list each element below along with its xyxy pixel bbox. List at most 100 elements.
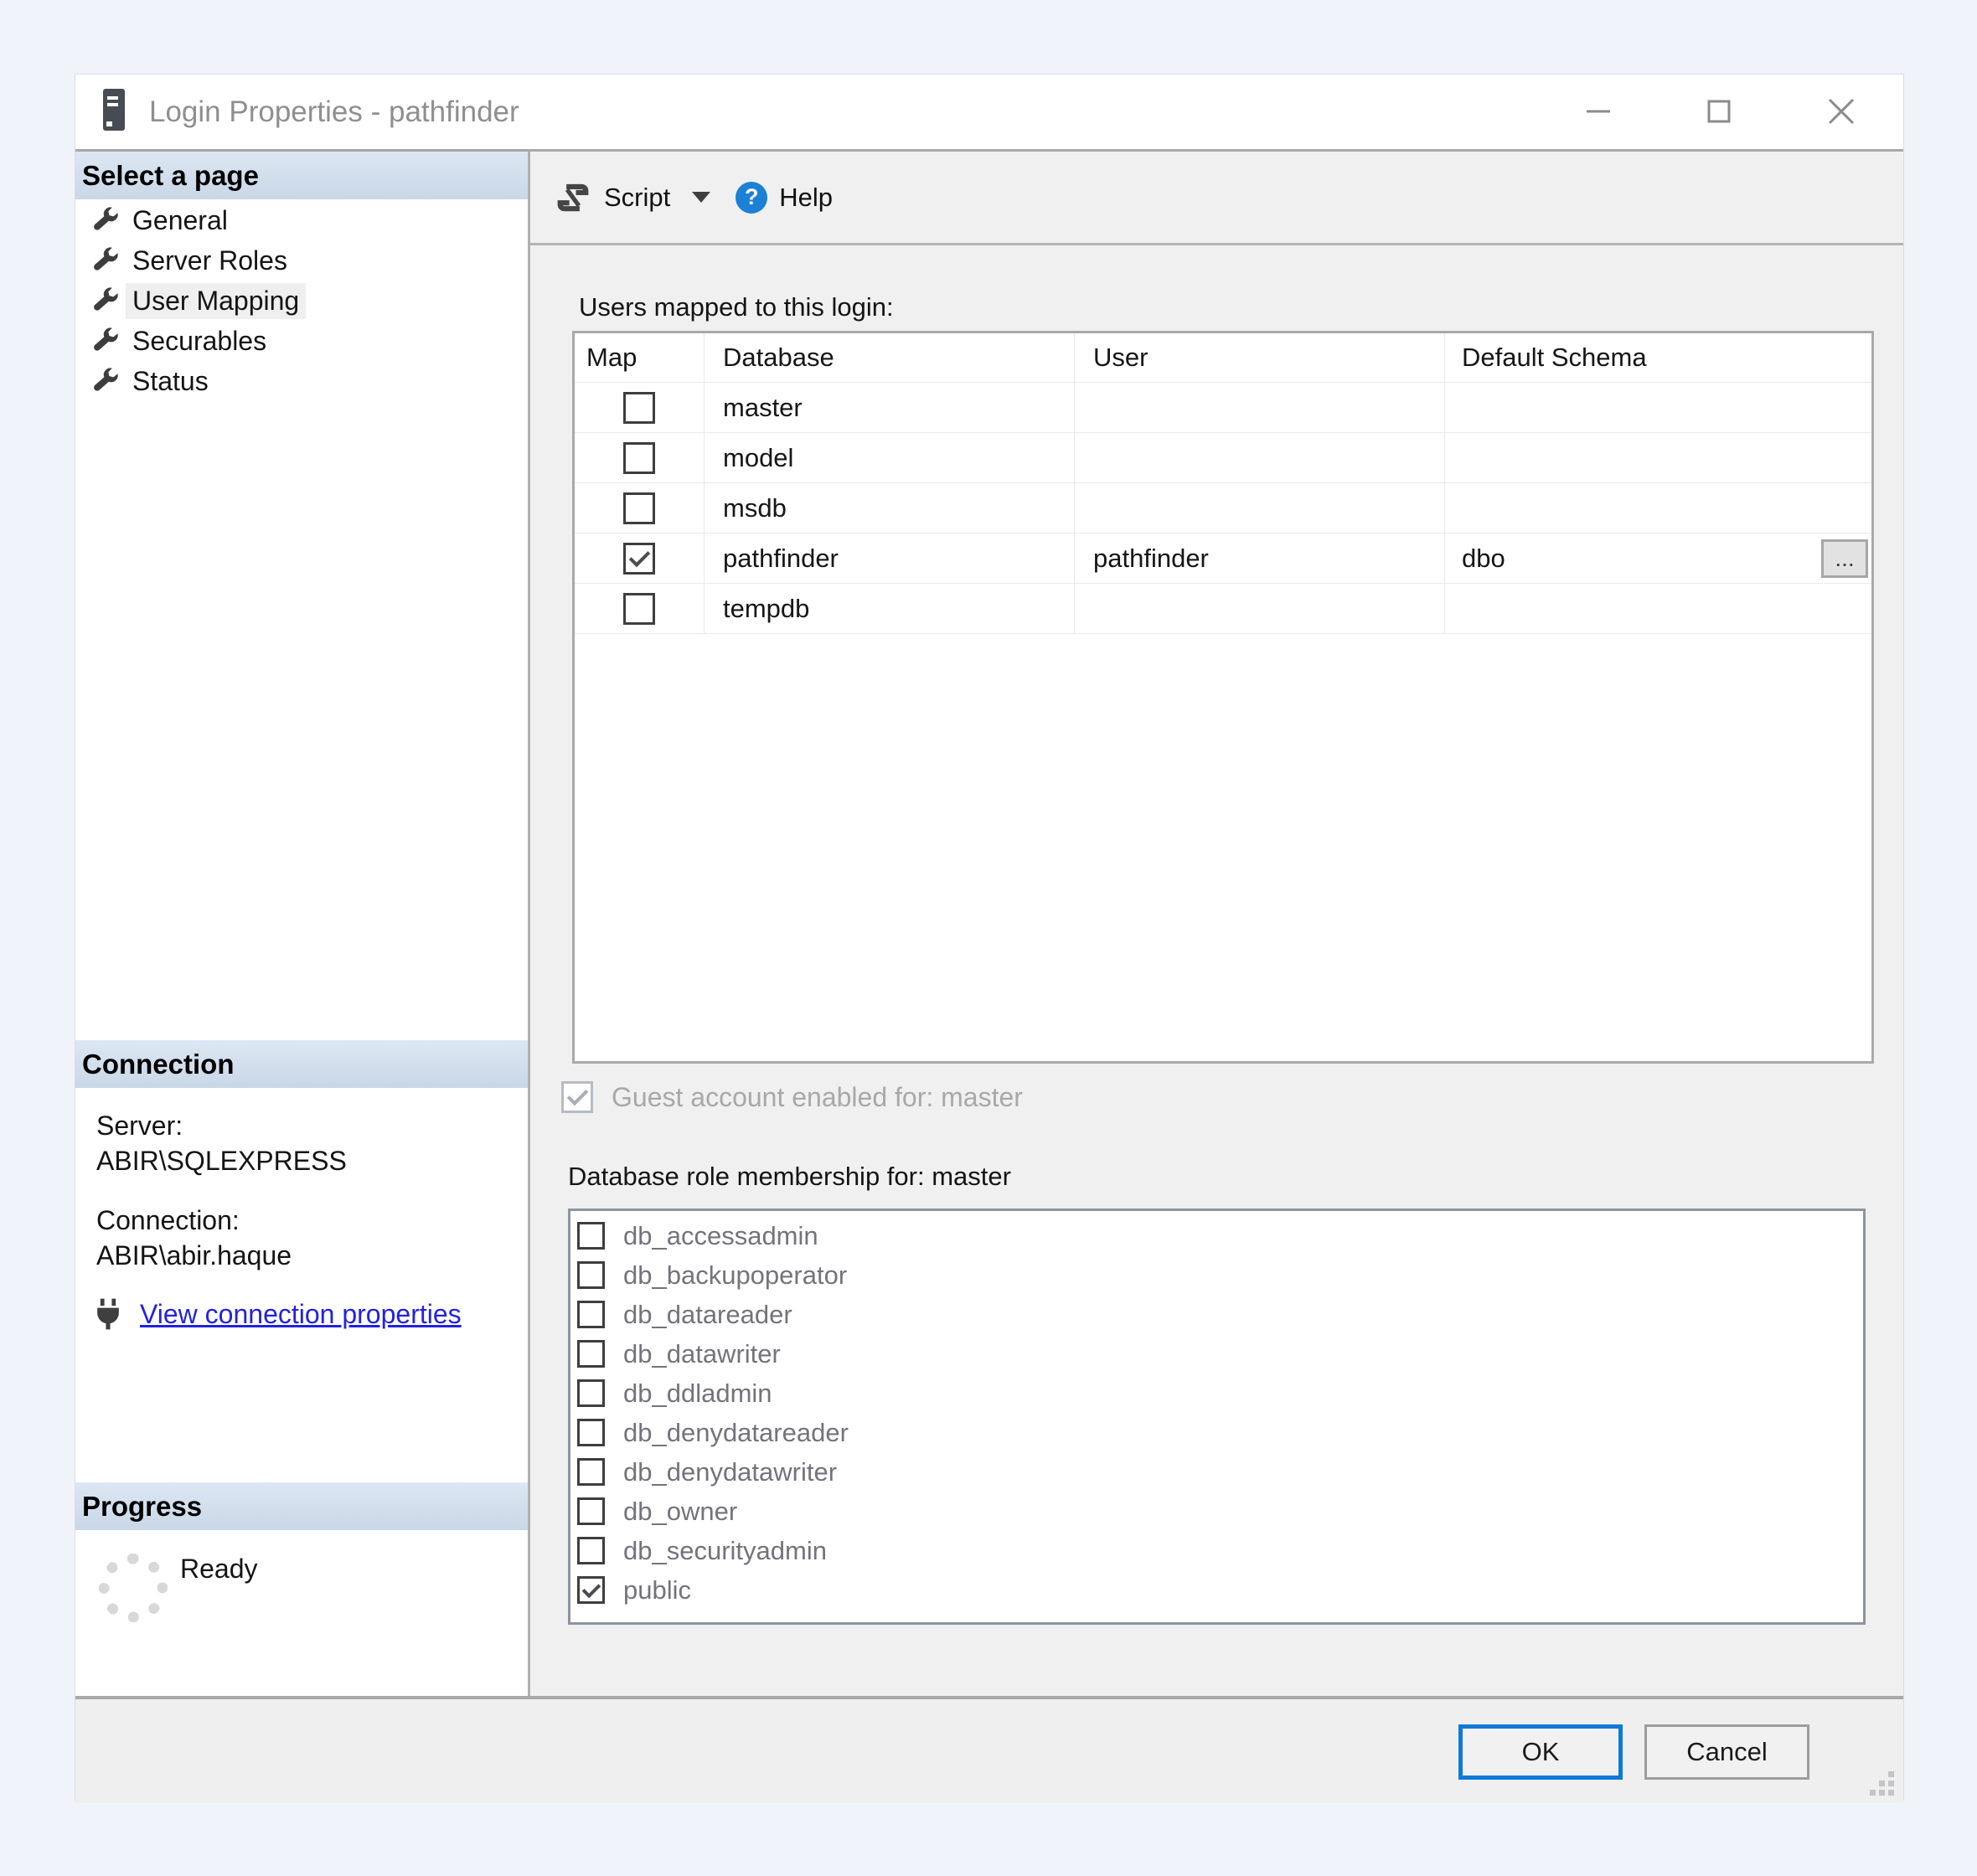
role-label: db_datareader	[623, 1300, 792, 1330]
default-schema-value: dbo	[1462, 544, 1505, 574]
role-checkbox[interactable]	[577, 1419, 605, 1446]
user-cell	[1075, 433, 1445, 482]
maximize-button[interactable]	[1694, 86, 1744, 137]
view-connection-properties-link[interactable]: View connection properties	[140, 1299, 462, 1330]
database-cell: model	[705, 433, 1075, 482]
script-dropdown-icon[interactable]	[692, 192, 710, 203]
role-label: db_owner	[623, 1497, 737, 1527]
database-name: msdb	[723, 493, 787, 523]
maximize-icon	[1702, 95, 1736, 128]
wrench-icon	[90, 326, 121, 356]
minimize-button[interactable]	[1573, 86, 1623, 137]
column-header-default-schema: Default Schema	[1445, 333, 1871, 382]
role-item-public[interactable]: public	[570, 1570, 1863, 1610]
help-button[interactable]: ? Help	[710, 182, 833, 214]
role-checkbox[interactable]	[577, 1222, 605, 1250]
wrench-icon	[90, 366, 121, 396]
server-label: Server:	[96, 1108, 347, 1143]
map-checkbox[interactable]	[623, 492, 655, 524]
desktop-background: Login Properties - pathfinder Select a	[0, 0, 1977, 1876]
script-icon	[555, 180, 591, 215]
sidebar-item-label: Server Roles	[126, 243, 294, 279]
role-checkbox[interactable]	[577, 1301, 605, 1328]
connection-label: Connection:	[96, 1203, 292, 1238]
browse-schema-button[interactable]: ...	[1821, 539, 1868, 578]
close-button[interactable]	[1816, 86, 1866, 137]
server-info: Server: ABIR\SQLEXPRESS	[96, 1108, 347, 1178]
role-label: db_denydatawriter	[623, 1457, 837, 1487]
table-row-pathfinder: pathfinder pathfinder dbo ...	[575, 533, 1871, 584]
database-name: model	[723, 443, 793, 473]
map-cell	[575, 584, 705, 633]
role-checkbox[interactable]	[577, 1340, 605, 1368]
table-body: master model msdb	[575, 383, 1871, 634]
user-cell	[1075, 584, 1445, 633]
default-schema-cell	[1445, 584, 1871, 633]
table-row-model: model	[575, 433, 1871, 483]
database-cell: tempdb	[705, 584, 1075, 633]
role-item-db_owner[interactable]: db_owner	[570, 1492, 1863, 1531]
column-header-user: User	[1075, 333, 1445, 382]
role-checkbox[interactable]	[577, 1379, 605, 1407]
table-row-master: master	[575, 383, 1871, 433]
users-mapped-label: Users mapped to this login:	[579, 289, 894, 326]
sidebar-item-general[interactable]: General	[75, 200, 528, 240]
resize-grip[interactable]	[1870, 1771, 1895, 1796]
role-label: db_backupoperator	[623, 1260, 847, 1291]
view-connection-row: View connection properties	[90, 1292, 462, 1336]
role-item-db_datareader[interactable]: db_datareader	[570, 1295, 1863, 1334]
database-name: pathfinder	[723, 544, 839, 574]
script-label: Script	[604, 183, 670, 213]
database-cell: msdb	[705, 483, 1075, 533]
connection-info: Connection: ABIR\abir.haque	[96, 1203, 292, 1273]
map-cell	[575, 383, 705, 432]
minimize-icon	[1582, 95, 1615, 128]
role-checkbox[interactable]	[577, 1458, 605, 1486]
guest-account-row: Guest account enabled for: master	[561, 1081, 1023, 1113]
wrench-icon	[90, 245, 121, 276]
sidebar-item-securables[interactable]: Securables	[75, 321, 528, 361]
database-cell: master	[705, 383, 1075, 432]
progress-spinner-icon	[99, 1554, 168, 1622]
sidebar-item-label: Status	[126, 363, 215, 399]
role-item-db_backupoperator[interactable]: db_backupoperator	[570, 1255, 1863, 1295]
role-label: db_datawriter	[623, 1339, 781, 1369]
column-header-database: Database	[705, 333, 1075, 382]
role-checkbox[interactable]	[577, 1576, 605, 1604]
role-item-db_accessadmin[interactable]: db_accessadmin	[570, 1216, 1863, 1255]
user-mapping-table: Map Database User Default Schema master …	[572, 331, 1874, 1064]
help-icon: ?	[736, 182, 767, 214]
role-item-db_datawriter[interactable]: db_datawriter	[570, 1334, 1863, 1374]
database-name: tempdb	[723, 594, 809, 624]
user-cell: pathfinder	[1075, 533, 1445, 583]
sidebar-item-server-roles[interactable]: Server Roles	[75, 240, 528, 281]
map-checkbox[interactable]	[623, 593, 655, 625]
sidebar-item-label: General	[126, 203, 235, 239]
map-checkbox[interactable]	[623, 543, 655, 575]
table-row-tempdb: tempdb	[575, 584, 1871, 634]
cancel-button[interactable]: Cancel	[1644, 1724, 1809, 1780]
user-cell	[1075, 483, 1445, 533]
role-checkbox[interactable]	[577, 1261, 605, 1289]
role-checkbox[interactable]	[577, 1497, 605, 1525]
ok-button[interactable]: OK	[1458, 1724, 1623, 1780]
sidebar-item-status[interactable]: Status	[75, 361, 528, 401]
map-checkbox[interactable]	[623, 442, 655, 474]
role-checkbox[interactable]	[577, 1537, 605, 1564]
wrench-icon	[90, 205, 121, 235]
map-cell	[575, 533, 705, 583]
map-checkbox[interactable]	[623, 392, 655, 424]
sidebar: Select a page General Server Roles User …	[75, 152, 530, 1696]
page-list: General Server Roles User Mapping Secura…	[75, 200, 528, 401]
connection-header: Connection	[75, 1040, 528, 1088]
table-header-row: Map Database User Default Schema	[575, 333, 1871, 383]
sidebar-item-user-mapping[interactable]: User Mapping	[75, 281, 528, 321]
role-item-db_securityadmin[interactable]: db_securityadmin	[570, 1531, 1863, 1570]
script-button[interactable]: Script	[555, 180, 670, 215]
role-item-db_denydatareader[interactable]: db_denydatareader	[570, 1413, 1863, 1452]
default-schema-cell: dbo ...	[1445, 533, 1871, 583]
user-name: pathfinder	[1093, 544, 1209, 574]
role-item-db_denydatawriter[interactable]: db_denydatawriter	[570, 1452, 1863, 1492]
role-item-db_ddladmin[interactable]: db_ddladmin	[570, 1374, 1863, 1413]
user-mapping-page: Users mapped to this login: Map Database…	[530, 245, 1903, 1696]
